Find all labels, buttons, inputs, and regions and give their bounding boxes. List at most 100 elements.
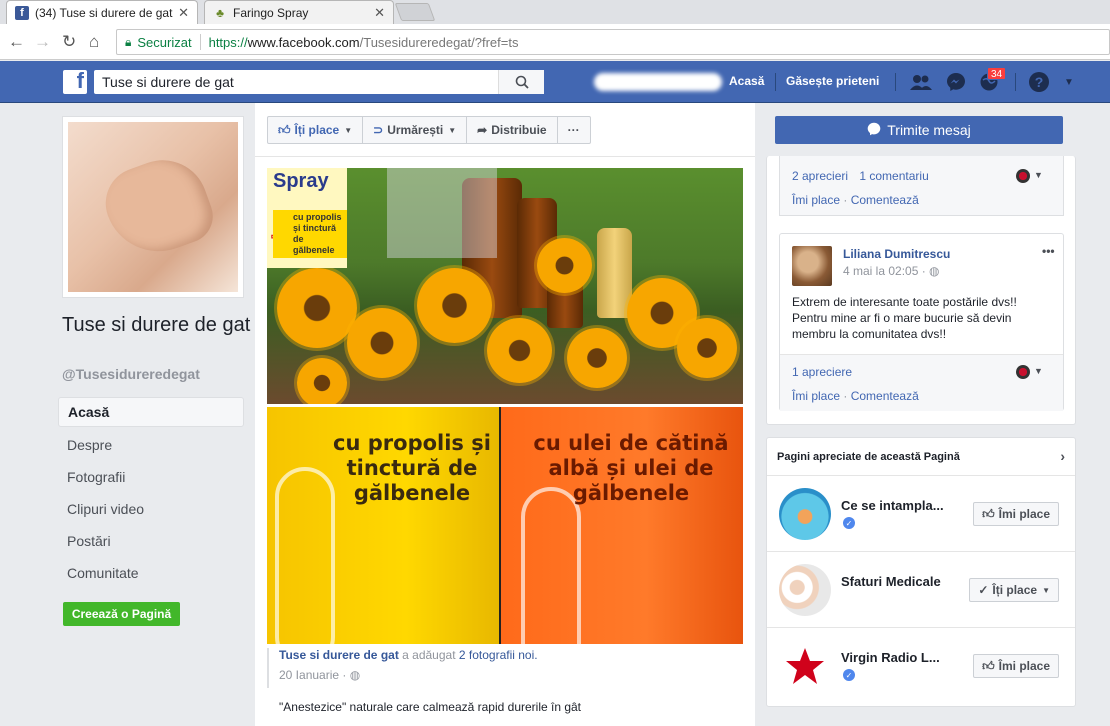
comment-date[interactable]: 4 mai la 02:05 · ◍: [843, 264, 940, 278]
like-page-button[interactable]: 👍︎ Îmi place: [973, 502, 1059, 526]
page-avatar-mini[interactable]: [1016, 169, 1030, 183]
follow-label: Urmărești: [387, 123, 444, 137]
post-photos-link[interactable]: 2 fotografii noi.: [459, 648, 538, 662]
send-message-button[interactable]: Trimite mesaj: [775, 116, 1063, 144]
photo-flower: [537, 238, 592, 293]
visitor-comment-card: Liliana Dumitrescu 4 mai la 02:05 · ◍ ••…: [779, 233, 1064, 411]
browser-tabbar: f (34) Tuse si durere de gat ✕ ♣ Faringo…: [0, 0, 1110, 24]
more-options-icon[interactable]: •••: [1042, 244, 1055, 258]
comment-likes-link[interactable]: 1 apreciere: [792, 365, 852, 379]
tab-close-icon[interactable]: ✕: [178, 5, 189, 21]
url-separator: [199, 34, 201, 50]
reaction-summary: 2 aprecieri 1 comentariu: [792, 169, 929, 183]
comments-count-link[interactable]: 1 comentariu: [859, 169, 928, 183]
forward-arrow-icon[interactable]: →: [34, 32, 51, 52]
search-icon[interactable]: [498, 70, 544, 94]
chevron-down-icon[interactable]: ▼: [1034, 366, 1043, 376]
nav-item-photos[interactable]: Fotografii: [58, 461, 244, 493]
nav-item-videos[interactable]: Clipuri video: [58, 493, 244, 525]
spray-title: Spray: [273, 170, 329, 192]
thumbs-up-icon: 👍︎: [278, 122, 291, 137]
user-name-redacted[interactable]: [594, 73, 722, 91]
page-title[interactable]: Tuse si durere de gat: [62, 312, 252, 338]
nav-item-posts[interactable]: Postări: [58, 525, 244, 557]
liked-page-avatar[interactable]: [779, 564, 831, 616]
nav-item-about[interactable]: Despre: [58, 429, 244, 461]
verified-check-icon: ✓: [843, 517, 855, 529]
messenger-icon[interactable]: [945, 72, 967, 92]
commenter-avatar[interactable]: [792, 246, 832, 286]
chevron-right-icon[interactable]: ›: [1060, 448, 1065, 464]
browser-tab[interactable]: ♣ Faringo Spray ✕: [204, 0, 394, 24]
post-date-text[interactable]: 20 Ianuarie ·: [279, 668, 350, 682]
find-friends-link[interactable]: Găsește prieteni: [786, 74, 879, 88]
like-action-link[interactable]: Îmi place: [792, 193, 840, 207]
create-page-button[interactable]: Creează o Pagină: [63, 602, 180, 626]
photo-flower: [347, 308, 417, 378]
tab-close-icon[interactable]: ✕: [374, 5, 385, 21]
page-handle[interactable]: @Tusesidureredegat: [62, 366, 200, 382]
like-action-link[interactable]: Îmi place: [792, 389, 840, 403]
chevron-down-icon: ▼: [1042, 585, 1050, 595]
photo-glass: [387, 168, 497, 258]
photo-flower: [297, 358, 347, 404]
like-page-button[interactable]: 👍︎ Îți place ▼: [268, 117, 364, 143]
url-host: www.facebook.com: [247, 34, 360, 50]
post-photo-flowers[interactable]: Spray ⇨ cu propolis și tinctură de gălbe…: [267, 168, 743, 404]
back-arrow-icon[interactable]: ←: [8, 32, 25, 52]
chevron-down-icon: ▼: [344, 125, 353, 135]
nav-item-home[interactable]: Acasă: [58, 397, 244, 427]
liked-page-name[interactable]: Ce se intampla...: [841, 498, 944, 513]
new-tab-button[interactable]: [394, 3, 436, 21]
commenter-name-link[interactable]: Liliana Dumitrescu: [843, 247, 950, 261]
liked-page-avatar[interactable]: [779, 640, 831, 692]
liked-pages-header[interactable]: Pagini apreciate de această Pagină ›: [767, 438, 1075, 476]
photo-box-yellow: cu propolis și tinctură de gălbenele: [267, 407, 499, 644]
nav-item-community[interactable]: Comunitate: [58, 557, 244, 589]
leaf-favicon-icon: ♣: [216, 5, 224, 20]
spray-label: Spray ⇨ cu propolis și tinctură de gălbe…: [267, 168, 347, 268]
box-curve-decoration: [521, 487, 581, 644]
share-label: Distribuie: [491, 123, 547, 137]
comment-action-link[interactable]: Comentează: [851, 389, 919, 403]
share-arrow-icon: ➦: [477, 123, 488, 137]
browser-tab-active[interactable]: f (34) Tuse si durere de gat ✕: [6, 0, 198, 24]
more-options-button[interactable]: ···: [558, 117, 590, 143]
search-value: Tuse si durere de gat: [102, 74, 234, 90]
send-message-label: Trimite mesaj: [887, 122, 971, 138]
likes-count-link[interactable]: 2 aprecieri: [792, 169, 848, 183]
post-meta: Tuse si durere de gat a adăugat 2 fotogr…: [267, 648, 747, 688]
url-input[interactable]: 🔒︎ Securizat https://www.facebook.com/Tu…: [116, 29, 1110, 55]
chevron-down-icon[interactable]: ▼: [1034, 170, 1043, 180]
facebook-logo-icon[interactable]: f: [63, 68, 87, 94]
page-avatar-mini[interactable]: [1016, 365, 1030, 379]
box-orange-text: cu ulei de cătină albă și ulei de gălben…: [533, 431, 729, 505]
reload-icon[interactable]: ↻: [62, 32, 76, 52]
help-icon[interactable]: ?: [1028, 72, 1050, 92]
box-yellow-text: cu propolis și tinctură de gălbenele: [333, 431, 491, 505]
profile-picture[interactable]: [62, 116, 244, 298]
like-page-button[interactable]: 👍︎ Îmi place: [973, 654, 1059, 678]
comment-actions: Îmi place · Comentează: [792, 389, 919, 403]
liked-page-name[interactable]: Sfaturi Medicale: [841, 574, 941, 589]
header-divider: [1015, 73, 1016, 91]
comment-action-link[interactable]: Comentează: [851, 193, 919, 207]
home-link[interactable]: Acasă: [729, 74, 764, 88]
post-actions: Îmi place · Comentează: [792, 193, 919, 207]
post-photo-boxes[interactable]: cu propolis și tinctură de gălbenele cu …: [267, 407, 743, 644]
post-author-link[interactable]: Tuse si durere de gat: [279, 648, 399, 662]
follow-page-button[interactable]: ⊃ Urmărești ▼: [363, 117, 468, 143]
liked-page-name[interactable]: Virgin Radio L...: [841, 650, 940, 665]
home-icon[interactable]: ⌂: [89, 32, 99, 52]
liked-page-row: Sfaturi Medicale ✓ Îți place ▼: [767, 552, 1075, 628]
search-input[interactable]: Tuse si durere de gat: [94, 70, 544, 94]
share-page-button[interactable]: ➦ Distribuie: [467, 117, 558, 143]
box-curve-decoration: [275, 467, 335, 644]
friend-requests-icon[interactable]: [910, 72, 932, 92]
virgin-star-logo-icon: [786, 648, 824, 684]
address-bar: ← → ↻ ⌂ 🔒︎ Securizat https://www.faceboo…: [0, 24, 1110, 60]
account-menu-caret-icon[interactable]: ▼: [1058, 72, 1080, 92]
liked-page-button[interactable]: ✓ Îți place ▼: [969, 578, 1059, 602]
liked-page-avatar[interactable]: [779, 488, 831, 540]
url-scheme: https://: [208, 34, 248, 50]
